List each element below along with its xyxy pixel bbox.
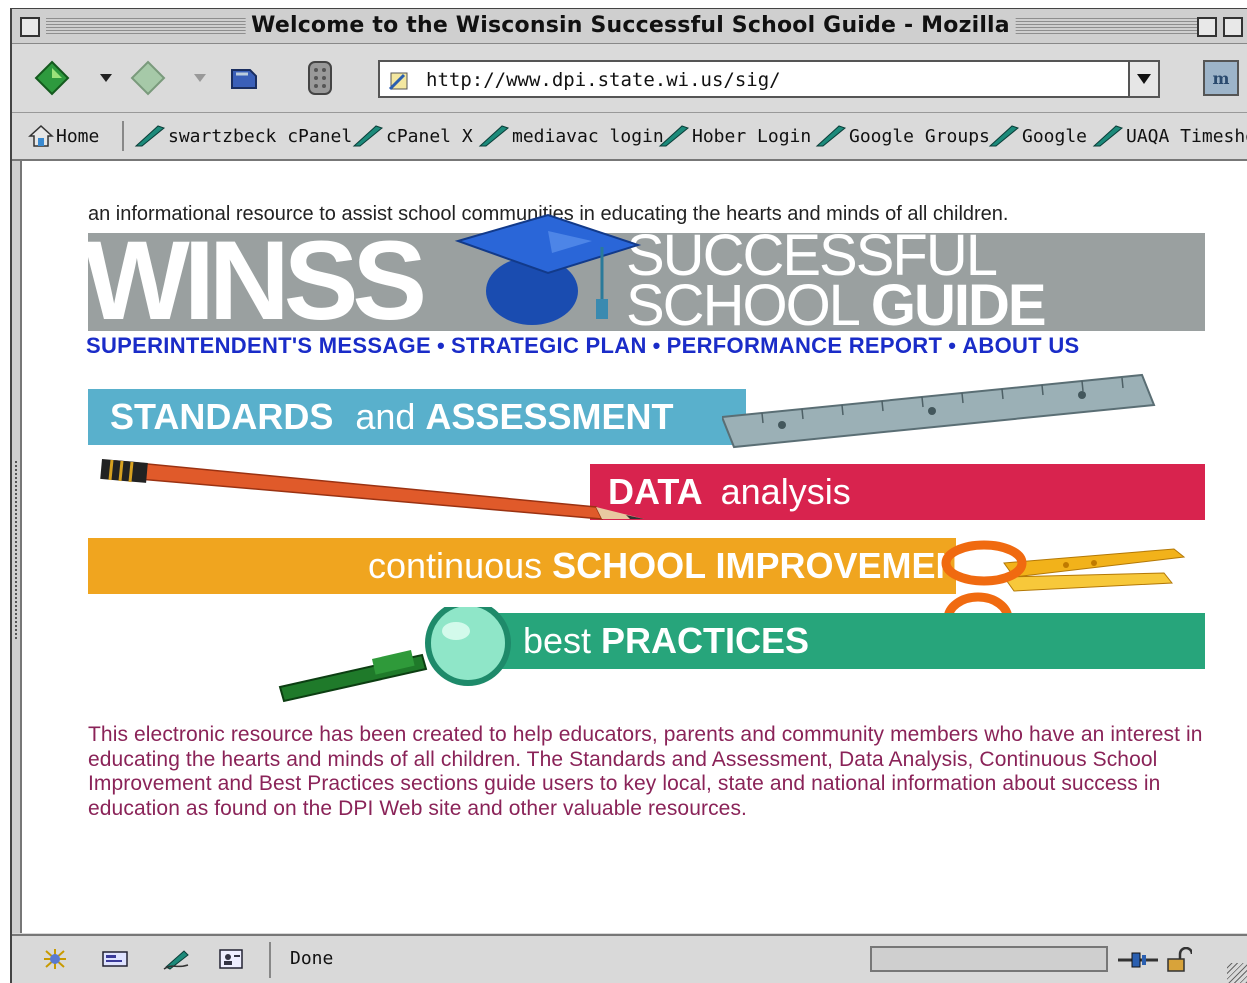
section-title-strong: STANDARDS [110, 396, 334, 437]
window-title: Welcome to the Wisconsin Successful Scho… [245, 13, 1016, 38]
connection-status[interactable] [1118, 942, 1208, 978]
page-proxy-icon [388, 72, 408, 91]
bookmark-icon [134, 125, 166, 147]
ruler-icon [722, 373, 1156, 449]
status-bar: Done [12, 934, 1247, 983]
address-book-icon[interactable] [216, 946, 246, 972]
logo-wordmark: WINSS [88, 233, 427, 331]
bookmark-icon [815, 125, 847, 147]
back-arrow-icon [34, 60, 70, 96]
close-box[interactable] [20, 17, 40, 37]
bookmark-label: Google [1022, 125, 1088, 147]
browser-window: Welcome to the Wisconsin Successful Scho… [10, 8, 1247, 983]
sidebar-grippy[interactable] [12, 161, 20, 933]
section-continuous-school-improvement[interactable]: continuous SCHOOL IMPROVEMENT [88, 538, 984, 594]
url-input[interactable] [424, 66, 1108, 94]
reload-icon [231, 69, 257, 89]
nav-link-performance-report[interactable]: PERFORMANCE REPORT [667, 333, 943, 358]
stop-icon [308, 61, 332, 95]
collapse-box[interactable] [1223, 17, 1243, 37]
section-standards-and-assessment[interactable]: STANDARDS and ASSESSMENT [88, 389, 746, 445]
nav-link-superintendents-message[interactable]: SUPERINTENDENT'S MESSAGE [86, 333, 431, 358]
section-title-light: continuous [368, 545, 543, 586]
bookmark-item[interactable]: Google [988, 123, 1087, 149]
forward-button[interactable] [128, 58, 168, 98]
url-history-dropdown[interactable] [1128, 62, 1158, 96]
bookmark-icon [478, 125, 510, 147]
progress-meter [870, 946, 1108, 972]
forward-arrow-icon [130, 60, 166, 96]
bookmark-item[interactable]: swartzbeck cPanel [134, 123, 352, 149]
magnifying-glass-icon [278, 607, 511, 703]
unlocked-padlock-icon [1167, 947, 1192, 972]
bookmark-label: UAQA Timesheet [1126, 125, 1247, 147]
logo-guide: GUIDE [870, 273, 1047, 332]
back-button[interactable] [32, 58, 72, 98]
navigation-toolbar: m [12, 44, 1247, 113]
back-history-dropdown[interactable] [100, 74, 112, 82]
stop-button[interactable] [300, 58, 340, 98]
logo-school: SCHOOL [626, 273, 859, 332]
bookmark-icon [1092, 125, 1124, 147]
section-data-analysis[interactable]: DATA analysis [590, 464, 1205, 520]
zoom-box[interactable] [1197, 17, 1217, 37]
url-bar[interactable] [378, 60, 1160, 98]
section-title-strong: ASSESSMENT [425, 396, 674, 437]
section-title-light: analysis [720, 471, 851, 512]
mail-icon[interactable] [100, 946, 130, 972]
status-separator [269, 942, 271, 978]
menu-separator: • [436, 333, 445, 358]
chevron-down-icon [1137, 74, 1151, 84]
bookmark-label: Hober Login [692, 125, 812, 147]
bookmarks-separator [122, 121, 124, 151]
page-content: an informational resource to assist scho… [20, 161, 1247, 933]
composer-icon[interactable] [162, 946, 192, 972]
nav-link-strategic-plan[interactable]: STRATEGIC PLAN [451, 333, 647, 358]
main-nav-menu: SUPERINTENDENT'S MESSAGE • STRATEGIC PLAN •… [86, 333, 1080, 359]
forward-history-dropdown[interactable] [194, 74, 206, 82]
online-plug-icon [1118, 952, 1158, 968]
section-title-light: and [355, 396, 416, 437]
nav-link-about-us[interactable]: ABOUT US [962, 333, 1079, 358]
section-title-strong: PRACTICES [601, 620, 810, 661]
graduation-cap-icon [454, 213, 642, 325]
bookmark-item[interactable]: UAQA Timesheet [1092, 123, 1247, 149]
bookmark-item[interactable]: Hober Login [658, 123, 811, 149]
bookmark-icon [658, 125, 690, 147]
pencil-icon [100, 459, 644, 520]
bookmark-label: swartzbeck cPanel [168, 125, 353, 147]
bookmark-item[interactable]: cPanel X [352, 123, 473, 149]
home-icon [28, 124, 54, 147]
bookmark-label: Home [56, 125, 100, 147]
status-text: Done [290, 948, 334, 969]
bookmark-label: mediavac login [512, 125, 664, 147]
bookmark-item[interactable]: Google Groups [815, 123, 990, 149]
bookmark-label: cPanel X [386, 125, 473, 147]
section-title-strong: SCHOOL IMPROVEMENT [552, 545, 984, 586]
bookmark-label: Google Groups [849, 125, 990, 147]
reload-button[interactable] [224, 58, 264, 98]
bookmark-home[interactable]: Home [28, 123, 99, 149]
resize-grip[interactable] [1227, 963, 1247, 983]
bookmark-icon [352, 125, 384, 147]
section-best-practices[interactable]: best PRACTICES [487, 613, 1205, 669]
bookmarks-toolbar: Home swartzbeck cPanel cPanel X mediavac… [12, 113, 1247, 161]
intro-description: This electronic resource has been create… [88, 723, 1203, 820]
navigator-icon[interactable] [40, 946, 70, 972]
bookmark-item[interactable]: mediavac login [478, 123, 664, 149]
mozilla-logo-icon[interactable]: m [1203, 60, 1239, 96]
menu-separator: • [652, 333, 661, 358]
title-bar[interactable]: Welcome to the Wisconsin Successful Scho… [12, 9, 1247, 44]
menu-separator: • [948, 333, 957, 358]
bookmark-icon [988, 125, 1020, 147]
logo-line-school-guide: SCHOOL GUIDE [626, 277, 1047, 332]
